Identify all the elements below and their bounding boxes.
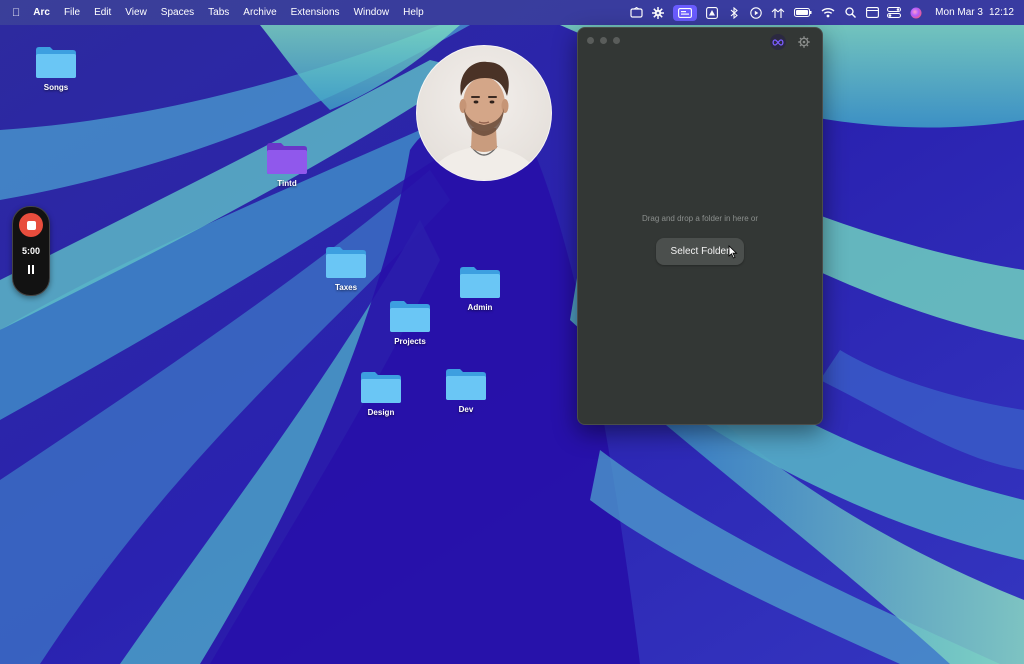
- desktop-folder-tintd[interactable]: Tintd: [251, 140, 323, 188]
- settings-gear-icon[interactable]: [796, 34, 812, 50]
- menu-extensions[interactable]: Extensions: [284, 7, 347, 18]
- desktop-folder-design[interactable]: Design: [345, 369, 417, 417]
- stop-recording-button[interactable]: [19, 213, 43, 237]
- app-window: Drag and drop a folder in here or Select…: [577, 27, 823, 425]
- recording-controls: 5:00: [12, 206, 50, 296]
- folder-label: Taxes: [334, 283, 358, 292]
- menu-view[interactable]: View: [118, 7, 154, 18]
- folder-icon: [361, 372, 401, 403]
- minimize-window-button[interactable]: [600, 37, 607, 44]
- drop-zone-instruction: Drag and drop a folder in here or: [641, 214, 759, 223]
- menu-clock[interactable]: Mon Mar 3 12:12: [931, 7, 1014, 18]
- folder-label: Admin: [467, 303, 493, 312]
- pause-button[interactable]: [28, 265, 34, 274]
- antenna-icon[interactable]: [771, 6, 785, 20]
- menu-spaces[interactable]: Spaces: [154, 7, 201, 18]
- hanger-icon[interactable]: [629, 6, 643, 20]
- folder-icon: [390, 301, 430, 332]
- bluetooth-icon[interactable]: [727, 6, 741, 20]
- screen-record-icon[interactable]: [673, 4, 698, 21]
- display-icon[interactable]: [865, 6, 879, 20]
- recording-timer: 5:00: [21, 246, 40, 256]
- menu-help[interactable]: Help: [396, 7, 431, 18]
- folder-icon: [267, 143, 307, 174]
- desktop-folder-taxes[interactable]: Taxes: [310, 244, 382, 292]
- folder-icon: [36, 47, 76, 78]
- menu-bar:  Arc File Edit View Spaces Tabs Archive…: [0, 0, 1024, 25]
- desktop-folder-dev[interactable]: Dev: [430, 366, 502, 414]
- apple-menu-icon[interactable]: : [10, 7, 26, 19]
- webcam-bubble[interactable]: [416, 45, 552, 181]
- menu-file[interactable]: File: [57, 7, 87, 18]
- presenter-avatar: [427, 61, 541, 180]
- menu-edit[interactable]: Edit: [87, 7, 118, 18]
- mouse-cursor-icon: [728, 245, 738, 259]
- pause-icon: [28, 265, 30, 274]
- play-icon[interactable]: [749, 6, 763, 20]
- stop-icon: [26, 220, 36, 230]
- menu-window[interactable]: Window: [347, 7, 397, 18]
- close-window-button[interactable]: [587, 37, 594, 44]
- folder-icon: [326, 247, 366, 278]
- desktop-folder-projects[interactable]: Projects: [374, 298, 446, 346]
- folder-label: Dev: [458, 405, 474, 414]
- app-menu-arc[interactable]: Arc: [26, 7, 57, 18]
- search-icon[interactable]: [843, 6, 857, 20]
- battery-icon[interactable]: [793, 6, 813, 20]
- infinity-icon[interactable]: [770, 34, 786, 50]
- control-center-icon[interactable]: [887, 6, 902, 20]
- pause-icon-bar: [32, 265, 34, 274]
- folder-label: Songs: [43, 83, 69, 92]
- wifi-icon[interactable]: [821, 6, 835, 20]
- menu-date: Mon Mar 3: [935, 7, 983, 18]
- desktop-folder-admin[interactable]: Admin: [444, 264, 516, 312]
- folder-label: Projects: [394, 337, 426, 346]
- siri-icon[interactable]: [909, 6, 923, 20]
- folder-icon: [446, 369, 486, 400]
- menu-time: 12:12: [988, 7, 1014, 18]
- desktop-folder-songs[interactable]: Songs: [20, 44, 92, 92]
- zoom-window-button[interactable]: [613, 37, 620, 44]
- drive-icon[interactable]: [705, 6, 719, 20]
- menu-archive[interactable]: Archive: [236, 7, 283, 18]
- folder-label: Tintd: [277, 179, 297, 188]
- folder-label: Design: [367, 408, 395, 417]
- gear-icon[interactable]: [651, 6, 665, 20]
- window-controls: [587, 37, 620, 44]
- folder-icon: [460, 267, 500, 298]
- menu-tabs[interactable]: Tabs: [201, 7, 236, 18]
